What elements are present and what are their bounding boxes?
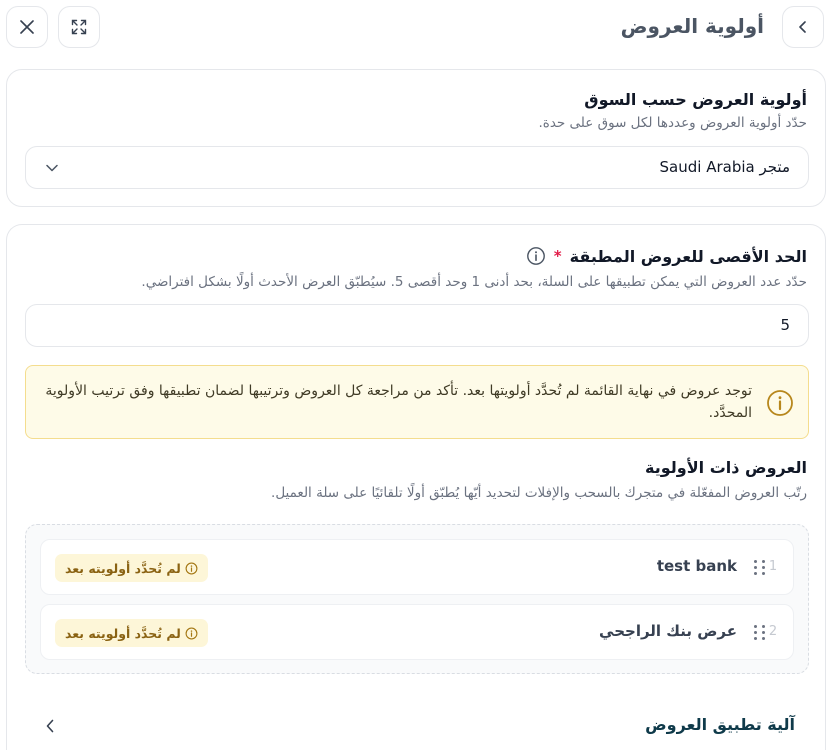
offers-mechanism-label: آلية تطبيق العروض [645,715,795,734]
priority-offers-title: العروض ذات الأولوية [645,458,807,477]
max-offers-value: 5 [780,316,790,334]
offers-settings-card: الحد الأقصى للعروض المطبقة * حدّد عدد ال… [6,224,826,750]
info-icon [185,627,198,639]
offer-row[interactable]: 2 عرض بنك الراجحي لم تُحدَّد أولويته بعد [40,604,794,660]
store-select[interactable]: متجر Saudi Arabia [25,146,809,189]
max-offers-heading: الحد الأقصى للعروض المطبقة * [526,246,807,266]
header: أولوية العروض [0,0,834,54]
close-icon [20,20,34,34]
warning-info-icon [767,390,793,416]
market-section-title: أولوية العروض حسب السوق [584,90,807,109]
status-badge-label: لم تُحدَّد أولويته بعد [65,560,181,576]
chevron-left-icon [799,21,806,33]
status-badge: لم تُحدَّد أولويته بعد [55,619,208,647]
priority-offers-list: 1 test bank لم تُحدَّد أولويته بعد 2 عرض… [25,524,809,674]
chevron-down-icon [46,164,58,172]
offer-index: 1 [768,559,778,574]
unprioritized-warning: توجد عروض في نهاية القائمة لم تُحدَّد أو… [25,365,809,439]
offer-index: 2 [768,624,778,639]
expand-button[interactable] [58,6,100,48]
priority-offers-subtitle: رتّب العروض المفعّلة في متجرك بالسحب وال… [271,485,807,501]
status-badge: لم تُحدَّد أولويته بعد [55,554,208,582]
status-badge-label: لم تُحدَّد أولويته بعد [65,625,181,641]
max-offers-subtitle: حدّد عدد العروض التي يمكن تطبيقها على ال… [141,274,807,290]
max-offers-title: الحد الأقصى للعروض المطبقة [569,246,807,266]
info-icon [185,562,198,574]
drag-handle-icon[interactable] [753,624,767,642]
drag-handle-icon[interactable] [753,559,767,577]
info-icon[interactable] [526,246,546,266]
warning-text: توجد عروض في نهاية القائمة لم تُحدَّد أو… [45,383,752,421]
offer-row[interactable]: 1 test bank لم تُحدَّد أولويته بعد [40,539,794,595]
market-priority-card: أولوية العروض حسب السوق حدّد أولوية العر… [6,69,826,207]
required-mark: * [553,247,562,265]
store-select-value: متجر Saudi Arabia [659,158,790,176]
page-title: أولوية العروض [620,14,764,38]
max-offers-input[interactable]: 5 [25,304,809,347]
close-button[interactable] [6,6,48,48]
market-section-subtitle: حدّد أولوية العروض وعددها لكل سوق على حد… [538,115,807,131]
offers-mechanism-link[interactable]: آلية تطبيق العروض [25,709,807,745]
chevron-left-icon [46,719,54,733]
expand-icon [71,19,87,35]
back-button[interactable] [782,6,824,48]
offer-name: test bank [656,557,737,575]
offer-name: عرض بنك الراجحي [599,622,737,640]
